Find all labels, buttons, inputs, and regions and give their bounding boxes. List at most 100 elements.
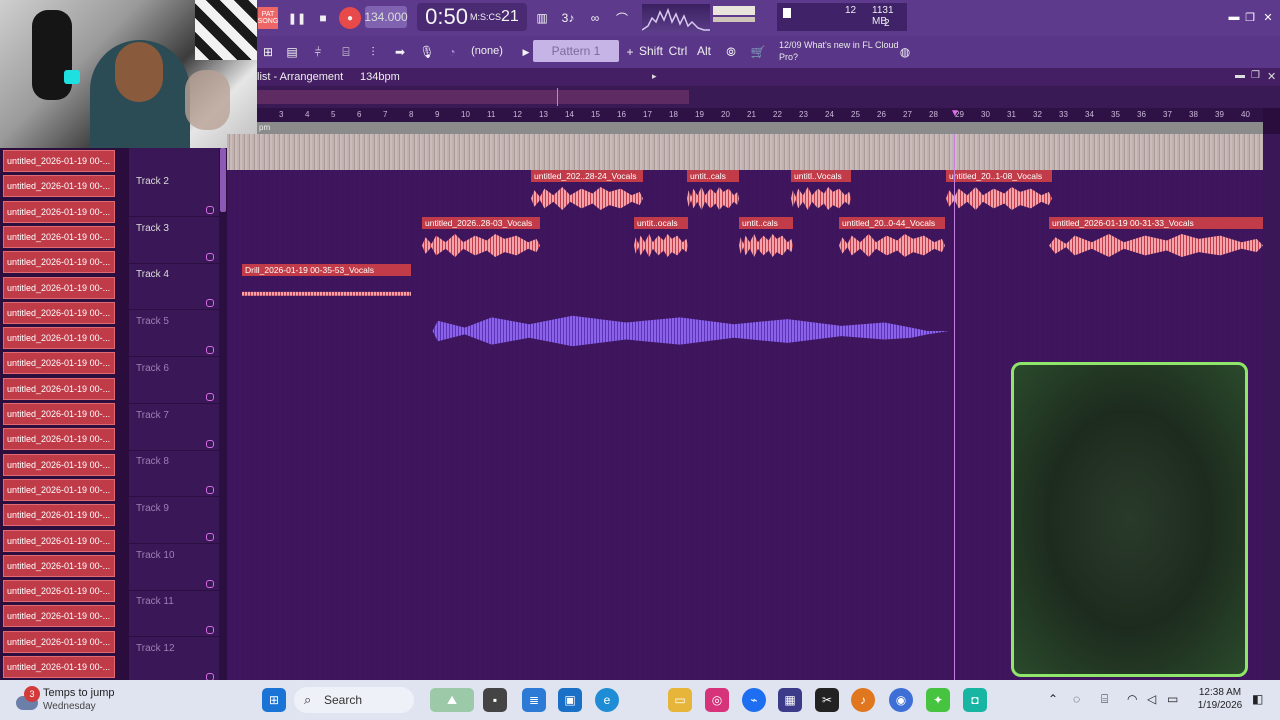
track-enable-dot[interactable] (206, 486, 214, 495)
picker-item[interactable]: untitled_2026-01-19 00-... (3, 529, 115, 552)
picker-item[interactable]: untitled_2026-01-19 00-... (3, 478, 115, 501)
close-icon[interactable]: ✕ (1261, 10, 1275, 24)
song-overview[interactable] (257, 86, 1280, 108)
track-header[interactable]: Track 11 (129, 590, 219, 638)
chevron-up-icon[interactable]: ⌃ (1048, 692, 1058, 706)
track-enable-dot[interactable] (206, 626, 214, 635)
ctrl-key[interactable]: Ctrl (667, 40, 689, 62)
record-icon[interactable]: ● (339, 7, 361, 29)
green-app-icon[interactable]: ✦ (926, 688, 950, 712)
typing-keyboard-icon[interactable]: ⦾ (720, 41, 742, 63)
metronome-icon[interactable]: ⌒ (611, 7, 633, 29)
picker-item[interactable]: untitled_2026-01-19 00-... (3, 554, 115, 577)
widget-scene-icon[interactable]: ⛰ (430, 688, 474, 712)
picker-item[interactable]: untitled_2026-01-19 00-... (3, 251, 115, 274)
track-header[interactable]: Track 12 (129, 637, 219, 684)
folder-icon[interactable]: ▭ (668, 688, 692, 712)
track-header[interactable]: Track 5 (129, 310, 219, 358)
arrow-icon[interactable]: ➡ (389, 41, 411, 63)
picker-item[interactable]: untitled_2026-01-19 00-... (3, 276, 115, 299)
track-enable-dot[interactable] (206, 346, 214, 355)
cart-icon[interactable]: 🛒 (747, 41, 769, 63)
windows-start-icon[interactable]: ⊞ (262, 688, 286, 712)
picker-item[interactable]: untitled_2026-01-19 00-... (3, 504, 115, 527)
track-enable-dot[interactable] (206, 579, 214, 588)
clock[interactable]: 12:38 AM 1/19/2026 (1192, 686, 1248, 714)
fl-studio-icon[interactable]: ♪ (851, 688, 875, 712)
picker-item[interactable]: untitled_2026-01-19 00-... (3, 200, 115, 223)
picker-item[interactable]: untitled_2026-01-19 00-... (3, 428, 115, 451)
battery-icon[interactable]: ▭ (1167, 692, 1178, 706)
picker-item[interactable]: untitled_2026-01-19 00-... (3, 327, 115, 350)
picker-item[interactable]: untitled_2026-01-19 00-... (3, 377, 115, 400)
pattern-selector[interactable]: Pattern 1 (533, 40, 619, 62)
right-scrollbar[interactable] (1263, 134, 1280, 680)
app-icon[interactable]: ▦ (778, 688, 802, 712)
chat-app-icon[interactable]: ◘ (963, 688, 987, 712)
channel-rack-icon[interactable]: ▤ (281, 41, 303, 63)
picker-item[interactable]: untitled_2026-01-19 00-... (3, 225, 115, 248)
shift-key[interactable]: Shift (639, 40, 663, 62)
track-header[interactable]: Track 9 (129, 497, 219, 544)
clip[interactable]: Drill_2026-01-19 00-35-53_Vocals (242, 264, 411, 309)
playhead-marker-icon[interactable]: ▼ (950, 108, 962, 119)
track-enable-dot[interactable] (206, 206, 214, 214)
wifi-icon[interactable]: ◠ (1127, 692, 1137, 706)
globe-icon[interactable]: ◍ (894, 41, 916, 63)
mic-icon[interactable]: 🎙 (416, 41, 438, 63)
track-header[interactable]: Track 6 (129, 357, 219, 404)
browser-app-icon[interactable]: ◉ (889, 688, 913, 712)
stop-icon[interactable]: ■ (313, 8, 333, 28)
picker-item[interactable]: untitled_2026-01-19 00-... (3, 352, 115, 375)
alt-key[interactable]: Alt (694, 40, 714, 62)
track-enable-dot[interactable] (206, 439, 214, 448)
clip[interactable]: untitled_202..28-24_Vocals (531, 170, 643, 215)
track-enable-dot[interactable] (206, 392, 214, 401)
volume-icon[interactable]: ◁ (1147, 692, 1156, 706)
clip[interactable]: untit..ocals (634, 217, 688, 262)
track-header[interactable]: Track 8 (129, 450, 219, 498)
picker-item[interactable]: untitled_2026-01-19 00-... (3, 175, 115, 198)
track-header[interactable]: Track 3 (129, 217, 219, 264)
step-icon[interactable]: 3♪ (557, 7, 579, 29)
capcut-icon[interactable]: ✂ (815, 688, 839, 712)
picker-item[interactable]: untitled_2026-01-19 00-... (3, 150, 115, 172)
track-header[interactable]: Track 2 (129, 170, 219, 217)
playlist-icon[interactable]: ⊞ (257, 41, 279, 63)
edge-icon[interactable]: e (595, 688, 619, 712)
track-enable-dot[interactable] (206, 532, 214, 541)
overview-selection[interactable] (257, 90, 689, 104)
browser-icon[interactable]: ⌸ (335, 41, 357, 63)
piano-icon[interactable]: ▥ (531, 7, 553, 29)
task-view-icon[interactable]: ▪ (483, 688, 507, 712)
picker-item[interactable]: untitled_2026-01-19 00-... (3, 453, 115, 476)
tempo-display[interactable]: 134.000 (364, 6, 408, 28)
picker-item[interactable]: untitled_2026-01-19 00-... (3, 605, 115, 628)
clip[interactable]: untitled_20..0-44_Vocals (839, 217, 945, 262)
picker-item[interactable]: untitled_2026-01-19 00-... (3, 403, 115, 425)
track-scrollbar[interactable] (219, 148, 227, 680)
notepad-icon[interactable]: ≣ (522, 688, 546, 712)
loop-icon[interactable]: ∞ (584, 7, 606, 29)
piano-roll-icon[interactable]: ⫩ (307, 41, 329, 63)
news-panel[interactable]: 12/09 What's new in FL Cloud Pro? (779, 39, 899, 65)
track-header[interactable]: Track 4 (129, 263, 219, 311)
track-enable-dot[interactable] (206, 299, 214, 308)
picker-item[interactable]: untitled_2026-01-19 00-... (3, 580, 115, 603)
messenger-icon[interactable]: ⌁ (742, 688, 766, 712)
picker-item[interactable]: untitled_2026-01-19 00-... (3, 301, 115, 324)
mixer-icon[interactable]: ⫶ (362, 41, 384, 63)
weather-widget[interactable]: 3 Temps to jump Wednesday (16, 686, 156, 714)
track1-audio-clip[interactable] (227, 134, 1263, 170)
microphone-tray-icon[interactable]: ⌸ (1101, 692, 1108, 707)
clip[interactable]: untitled_20..1-08_Vocals (946, 170, 1052, 215)
notification-icon[interactable]: ◧ (1252, 692, 1263, 706)
master-pitch-bar[interactable] (713, 17, 755, 22)
scroll-thumb[interactable] (220, 148, 226, 212)
camera-tray-icon[interactable]: ◌ (1073, 692, 1080, 706)
clip[interactable]: untitled_2026-01-19 00-31-33_Vocals (1049, 217, 1263, 262)
search-box[interactable]: ⌕ Search (294, 687, 414, 713)
picker-item[interactable]: untitled_2026-01-19 00-... (3, 656, 115, 678)
time-display[interactable]: 0:50 M:S:CS 21 (417, 3, 527, 31)
track-header[interactable]: Track 7 (129, 404, 219, 451)
